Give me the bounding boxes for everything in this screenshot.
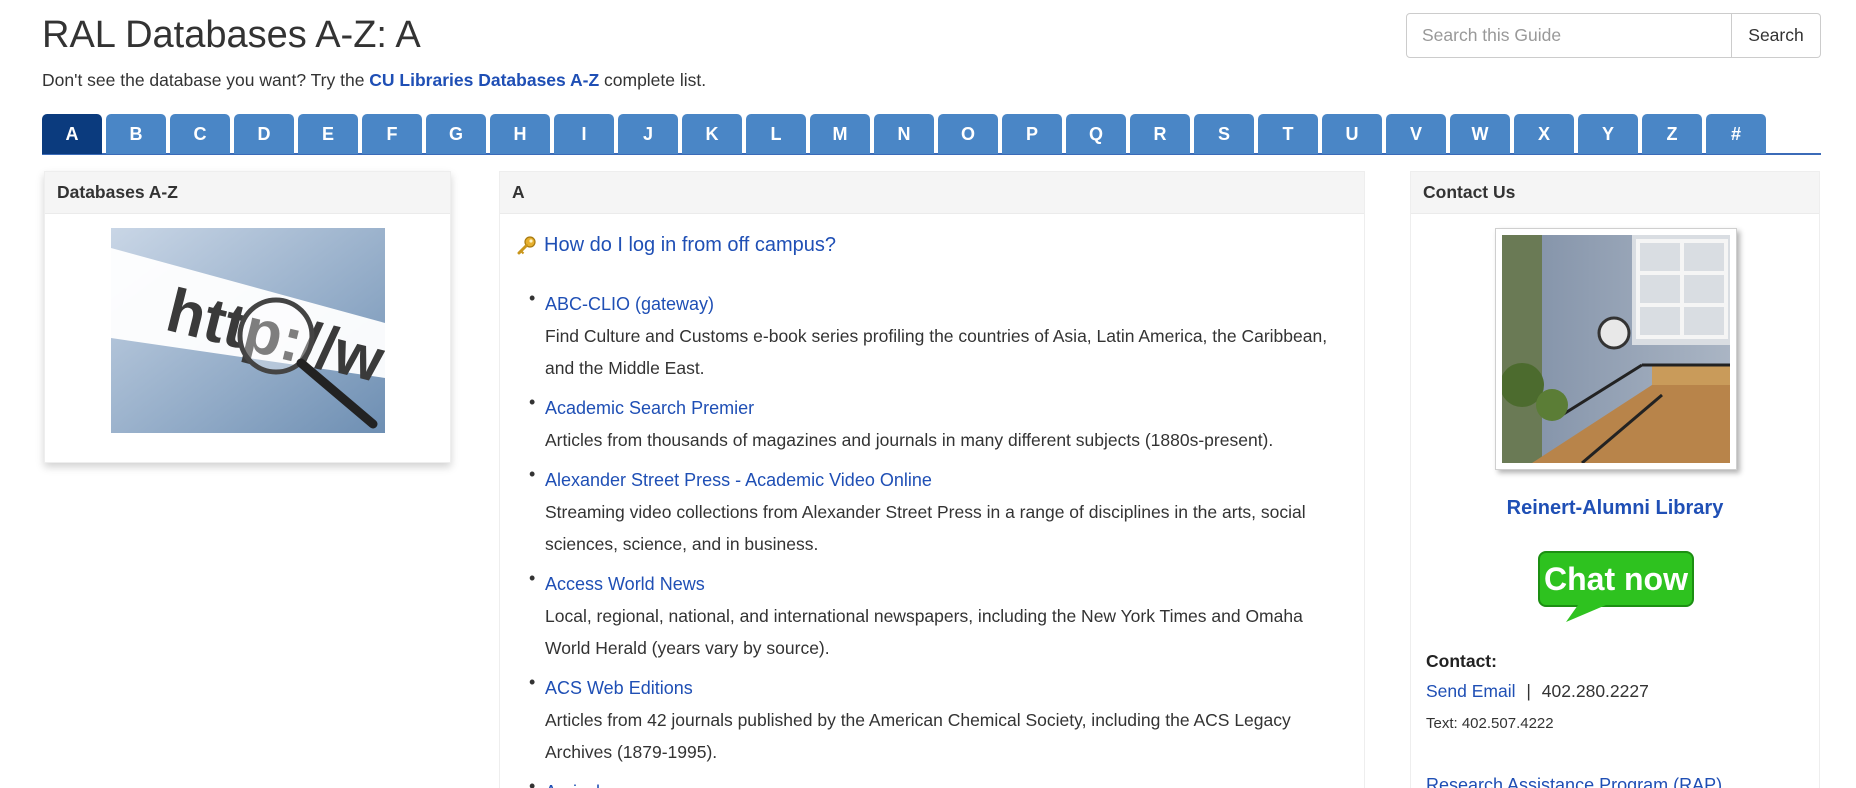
letter-tab[interactable]: V	[1386, 114, 1446, 154]
contact-us-box: Contact Us Reinert-Alumni Library Chat n…	[1410, 171, 1820, 788]
letter-heading: A	[500, 172, 1364, 214]
database-description: Articles from thousands of magazines and…	[545, 430, 1274, 450]
database-link[interactable]: ACS Web Editions	[545, 672, 1345, 704]
chat-now-button[interactable]: Chat now	[1538, 551, 1694, 623]
database-description: Articles from 42 journals published by t…	[545, 710, 1291, 762]
databases-az-box: Databases A-Z http://www.	[44, 171, 451, 463]
search-button[interactable]: Search	[1732, 13, 1821, 58]
letter-tab[interactable]: A	[42, 114, 102, 154]
intro-before: Don't see the database you want? Try the	[42, 70, 370, 90]
database-description: Find Culture and Customs e-book series p…	[545, 326, 1328, 378]
database-link[interactable]: Alexander Street Press - Academic Video …	[545, 464, 1345, 496]
page-title: RAL Databases A-Z: A	[42, 14, 421, 56]
letter-tab[interactable]: H	[490, 114, 550, 154]
database-link[interactable]: Agricola	[545, 776, 1345, 788]
letter-tabs: A B C D E F G H I J K L M N O P Q R S T U V W X Y Z #	[42, 114, 1821, 155]
chat-now-label: Chat now	[1544, 561, 1688, 597]
database-description: Local, regional, national, and internati…	[545, 606, 1303, 658]
letter-tab[interactable]: T	[1258, 114, 1318, 154]
letter-tab[interactable]: G	[426, 114, 486, 154]
letter-tab[interactable]: E	[298, 114, 358, 154]
contact-line: Send Email | 402.280.2227	[1426, 681, 1649, 702]
guide-search: Search	[1406, 13, 1821, 58]
databases-az-heading: Databases A-Z	[45, 172, 450, 214]
cu-databases-link[interactable]: CU Libraries Databases A-Z	[369, 70, 599, 90]
letter-tab[interactable]: U	[1322, 114, 1382, 154]
phone-number: 402.280.2227	[1541, 681, 1649, 701]
list-item: Access World News Local, regional, nation…	[529, 568, 1345, 664]
letter-tab[interactable]: R	[1130, 114, 1190, 154]
letter-tab[interactable]: F	[362, 114, 422, 154]
letter-tab[interactable]: B	[106, 114, 166, 154]
letter-tab[interactable]: N	[874, 114, 934, 154]
letter-tab[interactable]: C	[170, 114, 230, 154]
letter-tab[interactable]: D	[234, 114, 294, 154]
library-name[interactable]: Reinert-Alumni Library	[1411, 497, 1819, 520]
letter-tab[interactable]: S	[1194, 114, 1254, 154]
send-email-link[interactable]: Send Email	[1426, 681, 1516, 701]
text-number: Text: 402.507.4222	[1426, 715, 1554, 732]
database-description: Streaming video collections from Alexand…	[545, 502, 1306, 554]
database-link[interactable]: Academic Search Premier	[545, 392, 1345, 424]
list-item: Academic Search Premier Articles from tho…	[529, 392, 1345, 456]
letter-tab[interactable]: #	[1706, 114, 1766, 154]
contact-us-heading: Contact Us	[1411, 172, 1819, 214]
contact-separator: |	[1526, 681, 1531, 701]
letter-tab[interactable]: J	[618, 114, 678, 154]
rap-link[interactable]: Research Assistance Program (RAP)	[1426, 775, 1722, 788]
letter-tab[interactable]: Z	[1642, 114, 1702, 154]
letter-tab[interactable]: W	[1450, 114, 1510, 154]
letter-tab[interactable]: L	[746, 114, 806, 154]
list-item: ABC-CLIO (gateway) Find Culture and Custo…	[529, 288, 1345, 384]
library-photo	[1495, 228, 1737, 470]
intro-after: complete list.	[599, 70, 707, 90]
search-input[interactable]	[1406, 13, 1732, 58]
database-link[interactable]: Access World News	[545, 568, 1345, 600]
letter-tab[interactable]: I	[554, 114, 614, 154]
intro-text: Don't see the database you want? Try the…	[42, 70, 706, 91]
letter-tab[interactable]: P	[1002, 114, 1062, 154]
letter-tab[interactable]: K	[682, 114, 742, 154]
http-magnifier-image: http://www.	[111, 228, 385, 433]
list-item: Agricola	[529, 776, 1345, 788]
list-item: Alexander Street Press - Academic Video …	[529, 464, 1345, 560]
key-icon	[517, 235, 536, 254]
letter-tab[interactable]: Q	[1066, 114, 1126, 154]
contact-label: Contact:	[1426, 651, 1497, 671]
list-item: ACS Web Editions Articles from 42 journal…	[529, 672, 1345, 768]
database-link[interactable]: ABC-CLIO (gateway)	[545, 288, 1345, 320]
database-list: ABC-CLIO (gateway) Find Culture and Custo…	[529, 288, 1345, 788]
letter-tab[interactable]: Y	[1578, 114, 1638, 154]
letter-tab[interactable]: X	[1514, 114, 1574, 154]
login-row: How do I log in from off campus?	[516, 234, 836, 257]
off-campus-login-link[interactable]: How do I log in from off campus?	[544, 234, 836, 257]
letter-tab[interactable]: O	[938, 114, 998, 154]
databases-a-box: A How do I log in from off campus? ABC-C…	[499, 171, 1365, 788]
letter-tab[interactable]: M	[810, 114, 870, 154]
